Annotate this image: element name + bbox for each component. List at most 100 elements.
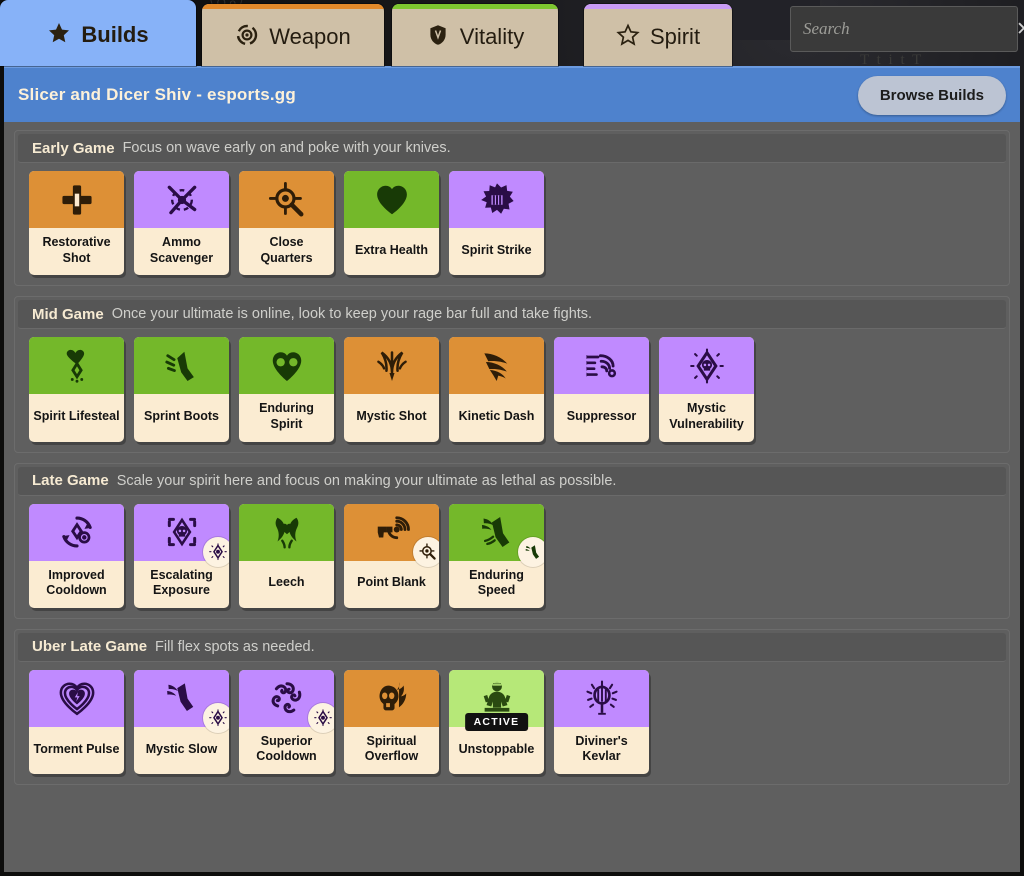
tab-builds[interactable]: Builds <box>0 0 196 66</box>
item-card[interactable]: Close Quarters <box>239 171 334 275</box>
build-section: Early Game Focus on wave early on and pok… <box>14 130 1010 286</box>
tab-vitality[interactable]: Vitality <box>392 4 558 66</box>
item-icon-area <box>29 670 124 727</box>
tab-label: Vitality <box>460 24 524 50</box>
item-icon-area <box>29 504 124 561</box>
item-name: Kinetic Dash <box>449 394 544 441</box>
item-icon-area <box>554 670 649 727</box>
item-card[interactable]: Superior Cooldown <box>239 670 334 774</box>
search-input[interactable] <box>803 19 1008 39</box>
skull-diamond-icon <box>688 347 726 385</box>
item-name: Sprint Boots <box>134 394 229 441</box>
heart-wing-icon <box>268 347 306 385</box>
item-card[interactable]: Mystic Slow <box>134 670 229 774</box>
syringe-cross-icon <box>58 181 96 219</box>
star-icon <box>47 21 71 45</box>
shield-icon <box>426 23 450 47</box>
sections-container: Early Game Focus on wave early on and pok… <box>4 122 1020 785</box>
ammo-burst-icon <box>163 181 201 219</box>
section-title: Uber Late Game <box>32 638 147 655</box>
tab-accent-bar <box>584 4 732 9</box>
swirl-cooldown-icon <box>268 679 306 717</box>
item-card[interactable]: Diviner's Kevlar <box>554 670 649 774</box>
item-card[interactable]: Sprint Boots <box>134 337 229 441</box>
section-header: Early Game Focus on wave early on and pok… <box>18 134 1006 163</box>
item-icon-area <box>659 337 754 394</box>
section-description: Once your ultimate is online, look to ke… <box>112 306 592 322</box>
item-name: Torment Pulse <box>29 727 124 774</box>
item-name: Enduring Spirit <box>239 394 334 441</box>
item-icon-area <box>239 337 334 394</box>
item-name: Mystic Vulnerability <box>659 394 754 441</box>
item-name: Suppressor <box>554 394 649 441</box>
build-title: Slicer and Dicer Shiv - esports.gg <box>18 85 296 105</box>
item-name: Extra Health <box>344 228 439 275</box>
item-name: Point Blank <box>344 561 439 608</box>
item-icon-area: ACTIVE <box>449 670 544 727</box>
item-card[interactable]: Spirit Lifesteal <box>29 337 124 441</box>
item-name: Superior Cooldown <box>239 727 334 774</box>
section-description: Focus on wave early on and poke with you… <box>123 140 451 156</box>
target-icon <box>235 23 259 47</box>
item-name: Enduring Speed <box>449 561 544 608</box>
item-card[interactable]: Suppressor <box>554 337 649 441</box>
item-card[interactable]: Extra Health <box>344 171 439 275</box>
item-card[interactable]: Kinetic Dash <box>449 337 544 441</box>
item-card[interactable]: Torment Pulse <box>29 670 124 774</box>
item-icon-area <box>449 504 544 561</box>
item-card[interactable]: Ammo Scavenger <box>134 171 229 275</box>
item-card[interactable]: Mystic Shot <box>344 337 439 441</box>
item-card[interactable]: Point Blank <box>344 504 439 608</box>
item-name: Improved Cooldown <box>29 561 124 608</box>
item-card[interactable]: Spirit Strike <box>449 171 544 275</box>
close-icon[interactable]: ✕ <box>1008 20 1024 39</box>
item-card[interactable]: ACTIVEUnstoppable <box>449 670 544 774</box>
item-card[interactable]: Improved Cooldown <box>29 504 124 608</box>
flame-skull-icon <box>373 679 411 717</box>
unstoppable-icon <box>478 679 516 717</box>
item-card[interactable]: Mystic Vulnerability <box>659 337 754 441</box>
scope-magnifier-icon <box>268 181 306 219</box>
item-card[interactable]: Spiritual Overflow <box>344 670 439 774</box>
pulse-heart-icon <box>58 679 96 717</box>
suppressor-icon <box>583 347 621 385</box>
item-icon-area <box>344 171 439 228</box>
item-card[interactable]: Leech <box>239 504 334 608</box>
winged-boot-icon <box>478 513 516 551</box>
item-card[interactable]: Escalating Exposure <box>134 504 229 608</box>
kinetic-dash-icon <box>478 347 516 385</box>
item-card[interactable]: Enduring Speed <box>449 504 544 608</box>
section-title: Mid Game <box>32 306 104 323</box>
fist-impact-icon <box>478 181 516 219</box>
builds-panel: Early Game Focus on wave early on and pok… <box>4 122 1020 872</box>
tab-accent-bar <box>392 4 558 9</box>
item-icon-area <box>344 337 439 394</box>
item-card-row: Torment PulseMystic SlowSuperior Cooldow… <box>15 662 1009 774</box>
browse-builds-button[interactable]: Browse Builds <box>858 76 1006 115</box>
item-name: Diviner's Kevlar <box>554 727 649 774</box>
item-name: Ammo Scavenger <box>134 228 229 275</box>
item-name: Unstoppable <box>449 727 544 774</box>
tab-weapon[interactable]: Weapon <box>202 4 384 66</box>
build-section: Uber Late Game Fill flex spots as needed.… <box>14 629 1010 785</box>
item-icon-area <box>134 504 229 561</box>
item-icon-area <box>29 337 124 394</box>
item-card[interactable]: Enduring Spirit <box>239 337 334 441</box>
section-description: Fill flex spots as needed. <box>155 639 315 655</box>
search-box[interactable]: ✕ <box>790 6 1018 52</box>
item-icon-area <box>134 670 229 727</box>
mystic-shot-icon <box>373 347 411 385</box>
section-header: Uber Late Game Fill flex spots as needed. <box>18 633 1006 662</box>
tab-spirit[interactable]: Spirit <box>584 4 732 66</box>
item-icon-area <box>344 670 439 727</box>
item-icon-area <box>449 171 544 228</box>
item-name: Leech <box>239 561 334 608</box>
item-icon-area <box>449 337 544 394</box>
build-section: Late GameScale your spirit here and focu… <box>14 463 1010 619</box>
item-card[interactable]: Restorative Shot <box>29 171 124 275</box>
star-outline-icon <box>616 23 640 47</box>
item-name: Escalating Exposure <box>134 561 229 608</box>
tab-label: Weapon <box>269 24 351 50</box>
section-title: Early Game <box>32 140 115 157</box>
heart-icon <box>373 181 411 219</box>
